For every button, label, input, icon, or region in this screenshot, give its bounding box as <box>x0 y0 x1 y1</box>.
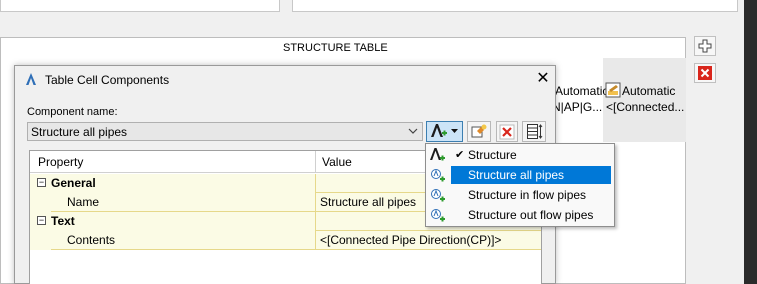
collapse-toggle[interactable]: − <box>37 178 46 187</box>
row-indent <box>30 193 51 212</box>
header-column-divider[interactable] <box>315 151 316 173</box>
table-cell-automatic-2[interactable]: Automatic <box>622 84 675 98</box>
column-properties-icon <box>526 124 542 139</box>
insert-component-button[interactable] <box>426 121 463 142</box>
table-cell-row2-right[interactable]: <[Connected... <box>606 100 684 114</box>
table-cell-automatic-1[interactable]: Automatic <box>555 84 608 98</box>
background-top-panel-left <box>0 0 280 12</box>
property-row-contents[interactable]: Contents <[Connected Pipe Direction(CP)]… <box>30 231 541 250</box>
menu-item-structure[interactable]: ✔ Structure <box>427 145 613 165</box>
plus-icon <box>698 39 712 53</box>
menu-item-label: Structure out flow pipes <box>468 208 594 222</box>
menu-item-structure-in-flow-pipes[interactable]: Structure in flow pipes <box>427 185 613 205</box>
menu-item-structure-all-pipes[interactable]: Structure all pipes <box>427 165 613 185</box>
component-name-select[interactable]: Structure all pipes <box>27 122 423 141</box>
app-logo-icon <box>26 73 36 85</box>
background-top-panel-right <box>292 0 738 12</box>
pipe-component-icon <box>431 169 445 182</box>
delete-x-icon <box>499 124 515 139</box>
chevron-down-icon <box>451 129 458 133</box>
window-right-edge <box>744 0 757 284</box>
property-name: Name <box>67 195 100 209</box>
category-name: General <box>51 176 96 190</box>
close-button[interactable]: ✕ <box>534 70 552 88</box>
text-A-plus-icon <box>430 148 445 161</box>
component-name-label: Component name: <box>27 106 118 118</box>
delete-row-button[interactable] <box>694 63 716 83</box>
chevron-down-icon <box>408 128 418 134</box>
menu-item-structure-out-flow-pipes[interactable]: Structure out flow pipes <box>427 205 613 225</box>
text-component-icon <box>431 124 447 137</box>
component-name-value: Structure all pipes <box>31 125 128 139</box>
property-name: Contents <box>67 233 116 247</box>
dialog-title-bar[interactable]: Table Cell Components ✕ <box>15 66 555 94</box>
header-property[interactable]: Property <box>38 155 83 169</box>
pipe-component-icon <box>431 209 445 222</box>
table-cell-row2-left[interactable]: N|AP|G... <box>552 100 602 114</box>
copy-component-button[interactable] <box>467 121 491 142</box>
menu-item-label: Structure all pipes <box>468 168 565 182</box>
collapse-toggle[interactable]: − <box>37 216 46 225</box>
property-value: <[Connected Pipe Direction(CP)]> <box>320 233 502 247</box>
structure-table-title: STRUCTURE TABLE <box>283 42 388 54</box>
cell-edit-icon <box>605 82 621 98</box>
menu-item-label: Structure in flow pipes <box>468 188 587 202</box>
header-value[interactable]: Value <box>322 155 352 169</box>
pipe-component-icon <box>431 189 445 202</box>
component-dropdown-menu: ✔ Structure Structure all pipes Structur… <box>425 143 615 227</box>
copy-component-icon <box>471 124 487 138</box>
red-x-icon <box>698 66 712 80</box>
property-value-cell[interactable]: <[Connected Pipe Direction(CP)]> <box>315 231 541 250</box>
menu-item-label: Structure <box>468 148 517 162</box>
checkmark-icon: ✔ <box>455 149 465 161</box>
add-row-button[interactable] <box>694 36 716 56</box>
property-value: Structure all pipes <box>320 195 417 209</box>
delete-component-button[interactable] <box>496 121 518 142</box>
category-name: Text <box>51 214 75 228</box>
dialog-title: Table Cell Components <box>45 73 170 87</box>
row-indent <box>30 231 51 250</box>
column-properties-button[interactable] <box>522 121 546 142</box>
